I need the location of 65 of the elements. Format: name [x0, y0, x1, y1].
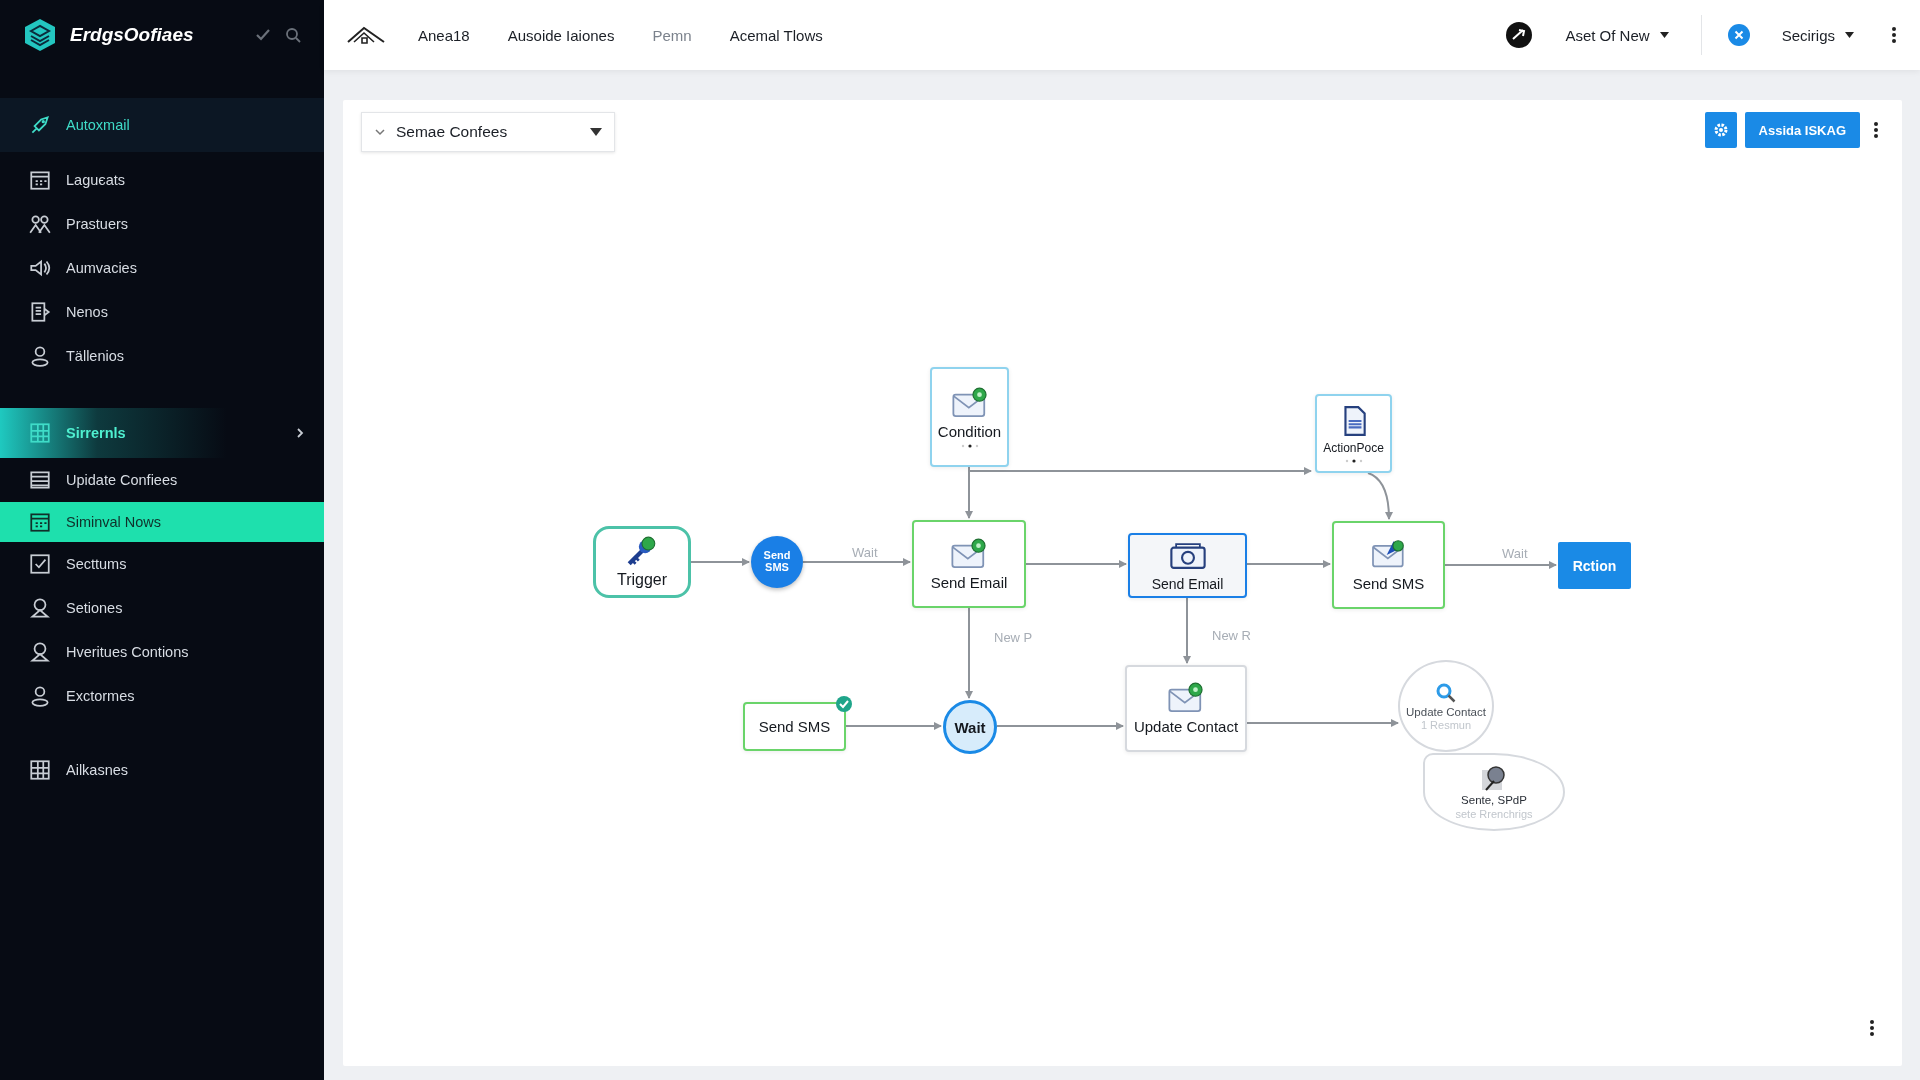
- chevron-down-icon: [374, 128, 386, 136]
- sidebar-item[interactable]: Nenos: [0, 290, 324, 334]
- envelope-icon: [950, 537, 988, 570]
- flow-node[interactable]: Rction: [1558, 542, 1631, 589]
- envelope-icon: [950, 386, 989, 419]
- nav-link[interactable]: Acemal Tlows: [723, 25, 829, 45]
- calendar-icon: [28, 168, 52, 192]
- flow-node[interactable]: Send Email: [912, 520, 1026, 608]
- chevron-right-icon: [294, 427, 306, 439]
- app-name: ErdgsOofiaes: [70, 24, 195, 46]
- caret-icon: [1845, 32, 1854, 38]
- caret-icon: [590, 128, 602, 136]
- caret-icon: [1659, 32, 1669, 38]
- sidebar-item[interactable]: Upidate Confiees: [0, 458, 324, 502]
- sidebar-item[interactable]: Autoxmail: [0, 98, 324, 152]
- flow-node[interactable]: ActionPoce: [1315, 394, 1392, 473]
- grid-icon: [28, 758, 52, 782]
- flow-node[interactable]: Wait: [943, 700, 997, 754]
- flow-node[interactable]: Update Contact: [1125, 665, 1247, 752]
- flow-node[interactable]: Sente, SPdP sete Rrenchrigs: [1423, 753, 1565, 831]
- sidebar-item[interactable]: Aumvacies: [0, 246, 324, 290]
- connector-arrow: [1367, 472, 1393, 520]
- gear-icon: [1712, 122, 1729, 138]
- checkbox-icon: [28, 552, 52, 576]
- table-icon: [28, 468, 52, 492]
- check-badge-icon: [835, 695, 853, 713]
- flow-node[interactable]: Send Email: [1128, 533, 1247, 598]
- search-icon: [1434, 681, 1458, 705]
- edge-label: New P: [994, 630, 1033, 645]
- search-icon[interactable]: [284, 26, 302, 44]
- sidebar-item[interactable]: Laguєats: [0, 158, 324, 202]
- calendar-icon: [28, 510, 52, 534]
- flow-node[interactable]: Send SMS: [743, 702, 846, 751]
- connector-arrow: [1183, 597, 1191, 664]
- nav-link[interactable]: Ausoide Iaiones: [501, 25, 621, 45]
- home-icon[interactable]: [346, 24, 386, 46]
- settings-menu[interactable]: Secirigs: [1775, 25, 1860, 45]
- flow-node[interactable]: Condition: [930, 367, 1009, 467]
- avatar-icon: [1505, 21, 1534, 49]
- edge-label: New R: [1212, 628, 1251, 643]
- sidebar-item[interactable]: Prastuers: [0, 202, 324, 246]
- flow-node[interactable]: Send SMS: [751, 536, 803, 588]
- grid-icon: [28, 421, 52, 445]
- settings-button[interactable]: [1704, 112, 1737, 148]
- logo-icon: [22, 17, 58, 53]
- nav-link[interactable]: Anea18: [412, 25, 476, 45]
- edge-label: Wait: [1502, 546, 1528, 561]
- primary-button[interactable]: Assida ISKAG: [1744, 112, 1860, 148]
- connector-arrow: [690, 558, 750, 566]
- trigger-node[interactable]: Trigger: [593, 526, 691, 598]
- account-menu[interactable]: Aset Of New: [1559, 25, 1675, 45]
- document-icon: [28, 300, 52, 324]
- workflow-dropdown[interactable]: Semae Confees: [361, 112, 615, 152]
- sidebar-item[interactable]: Tällenios: [0, 334, 324, 378]
- flow-node[interactable]: Send SMS: [1332, 521, 1445, 609]
- sidebar-item[interactable]: Siminval Nows: [0, 502, 324, 542]
- sidebar-item[interactable]: Setiones: [0, 586, 324, 630]
- close-circle-icon: [1727, 24, 1750, 46]
- edge-label: Wait: [852, 545, 878, 560]
- sidebar-item[interactable]: Hveritues Contions: [0, 630, 324, 674]
- envelope-icon: [1167, 682, 1205, 714]
- sidebar-item[interactable]: Secttums: [0, 542, 324, 586]
- sidebar-item[interactable]: Exctormes: [0, 674, 324, 718]
- flow-node[interactable]: Update Contact 1 Resmun: [1398, 660, 1494, 752]
- sidebar-item[interactable]: Ailkasnes: [0, 748, 324, 792]
